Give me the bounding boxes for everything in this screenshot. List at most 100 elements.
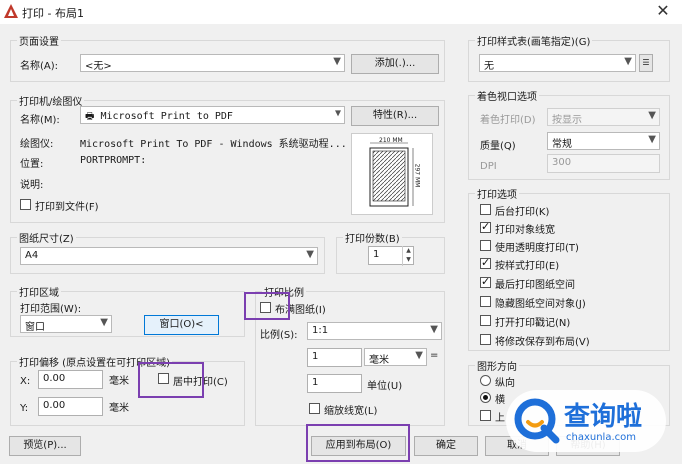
plotter-label: 绘图仪:: [20, 139, 54, 150]
copies-spinner-icon[interactable]: ▲ ▼: [402, 246, 414, 266]
scale-value2-input[interactable]: 1: [307, 374, 362, 393]
chevron-down-icon: ▼: [415, 350, 423, 361]
landscape-radio[interactable]: [480, 392, 491, 403]
plot-transparency-checkbox[interactable]: [480, 240, 491, 251]
window-select-button[interactable]: 窗口(O)<: [144, 315, 219, 335]
plot-option-label: 打印对象线宽: [495, 225, 555, 236]
plot-option-label: 隐藏图纸空间对象(J): [495, 299, 586, 310]
plot-with-styles-checkbox[interactable]: [480, 256, 491, 269]
chevron-down-icon: ▼: [430, 324, 438, 335]
background-plot-checkbox[interactable]: [480, 204, 491, 215]
quality-label: 质量(Q): [480, 141, 516, 152]
paper-width-label: 210 MM: [379, 137, 403, 144]
scale-units-label: 单位(U): [367, 381, 403, 392]
chevron-down-icon: ▼: [648, 110, 656, 121]
save-changes-to-layout-checkbox[interactable]: [480, 334, 491, 345]
printer-name-label: 名称(M):: [20, 115, 60, 126]
watermark-logo-icon: [514, 398, 560, 444]
window-title: 打印 - 布局1: [22, 7, 84, 20]
add-page-setup-button[interactable]: 添加(.)...: [351, 54, 439, 74]
plot-options-legend: 打印选项: [477, 190, 517, 201]
plot-option-label: 将修改保存到布局(V): [495, 337, 590, 348]
scale-value: 1:1: [312, 325, 329, 336]
plot-option-label: 打开打印戳记(N): [495, 318, 571, 329]
chevron-down-icon: ▼: [648, 134, 656, 145]
printer-icon: 🖶: [85, 111, 95, 122]
ok-button[interactable]: 确定: [414, 436, 478, 456]
scale-label: 比例(S):: [260, 330, 298, 341]
paper-height-label: 297 MM: [413, 163, 421, 188]
portrait-radio[interactable]: [480, 375, 491, 386]
dpi-input[interactable]: 300: [547, 154, 660, 173]
plot-paperspace-last-checkbox[interactable]: [480, 275, 491, 288]
paper-size-value: A4: [25, 250, 39, 261]
paper-size-legend: 图纸尺寸(Z): [19, 234, 74, 245]
scale-lineweights-checkbox[interactable]: [309, 403, 320, 414]
chevron-down-icon: ▼: [100, 317, 108, 328]
chevron-down-icon: ▼: [624, 56, 632, 67]
plot-option-label: 后台打印(K): [495, 207, 550, 218]
offset-y-input[interactable]: 0.00: [38, 397, 103, 416]
plot-style-table-legend: 打印样式表(画笔指定)(G): [477, 37, 591, 48]
watermark-brand: 查询啦: [564, 402, 643, 432]
plot-style-table-select[interactable]: 无 ▼: [479, 54, 636, 72]
close-icon[interactable]: ✕: [654, 2, 672, 20]
portrait-label: 纵向: [495, 378, 515, 389]
shade-plot-select[interactable]: 按显示 ▼: [547, 108, 660, 126]
location-value: PORTPROMPT:: [80, 155, 147, 166]
autocad-app-icon: [4, 4, 18, 18]
plot-range-value: 窗口: [25, 322, 45, 333]
offset-x-unit: 毫米: [109, 376, 129, 387]
plot-lineweights-checkbox[interactable]: [480, 220, 491, 233]
plot-option-label: 最后打印图纸空间: [495, 280, 575, 291]
plot-style-table-value: 无: [484, 61, 494, 72]
plot-option-label: 按样式打印(E): [495, 261, 560, 272]
title-bar: [0, 0, 682, 24]
apply-to-layout-highlight: [306, 424, 410, 462]
paper-size-select[interactable]: A4 ▼: [20, 247, 318, 265]
printer-name-value: Microsoft Print to PDF: [100, 111, 233, 122]
description-label: 说明:: [20, 180, 44, 191]
plot-stamp-checkbox[interactable]: [480, 315, 491, 326]
print-to-file-label: 打印到文件(F): [35, 202, 99, 213]
location-label: 位置:: [20, 159, 44, 170]
chevron-down-icon: ▼: [306, 249, 314, 260]
plot-range-select[interactable]: 窗口 ▼: [20, 315, 112, 333]
print-to-file-checkbox[interactable]: [20, 199, 31, 210]
scale-lineweights-label: 缩放线宽(L): [324, 406, 378, 417]
preview-button[interactable]: 预览(P)...: [9, 436, 81, 456]
dpi-label: DPI: [480, 161, 497, 172]
page-setup-name-label: 名称(A):: [20, 61, 59, 72]
copies-legend: 打印份数(B): [345, 234, 400, 245]
paper-preview: [351, 133, 433, 215]
printer-properties-button[interactable]: 特性(R)...: [351, 106, 439, 126]
scale-unit-select[interactable]: 毫米 ▼: [364, 348, 427, 366]
scale-value1-input[interactable]: 1: [307, 348, 362, 367]
offset-y-unit: 毫米: [109, 403, 129, 414]
offset-y-label: Y:: [20, 403, 29, 414]
watermark-badge: 查询啦 chaxunla.com: [506, 390, 666, 452]
upside-down-label: 上: [495, 413, 505, 424]
shaded-viewport-legend: 着色视口选项: [477, 92, 537, 103]
equals-sign: =: [430, 350, 439, 361]
quality-value: 常规: [552, 139, 572, 150]
watermark-url: chaxunla.com: [566, 432, 636, 443]
page-setup-name-select[interactable]: <无> ▼: [80, 54, 345, 72]
edit-plot-style-icon[interactable]: ☰: [639, 54, 653, 72]
plot-option-label: 使用透明度打印(T): [495, 243, 579, 254]
hide-paperspace-objects-checkbox[interactable]: [480, 296, 491, 307]
upside-down-checkbox[interactable]: [480, 410, 491, 421]
offset-x-label: X:: [20, 376, 31, 387]
quality-select[interactable]: 常规 ▼: [547, 132, 660, 150]
chevron-down-icon: ▼: [333, 56, 341, 67]
printer-name-select[interactable]: 🖶 Microsoft Print to PDF ▼: [80, 106, 345, 124]
offset-x-input[interactable]: 0.00: [38, 370, 103, 389]
chevron-down-icon: ▼: [334, 108, 341, 119]
printer-legend: 打印机/绘图仪: [19, 97, 83, 108]
plot-range-label: 打印范围(W):: [20, 304, 82, 315]
orientation-legend: 图形方向: [477, 362, 517, 373]
scale-unit-value: 毫米: [369, 355, 389, 366]
plot-area-legend: 打印区域: [19, 288, 59, 299]
page-setup-legend: 页面设置: [19, 37, 59, 48]
scale-select[interactable]: 1:1 ▼: [307, 322, 442, 340]
